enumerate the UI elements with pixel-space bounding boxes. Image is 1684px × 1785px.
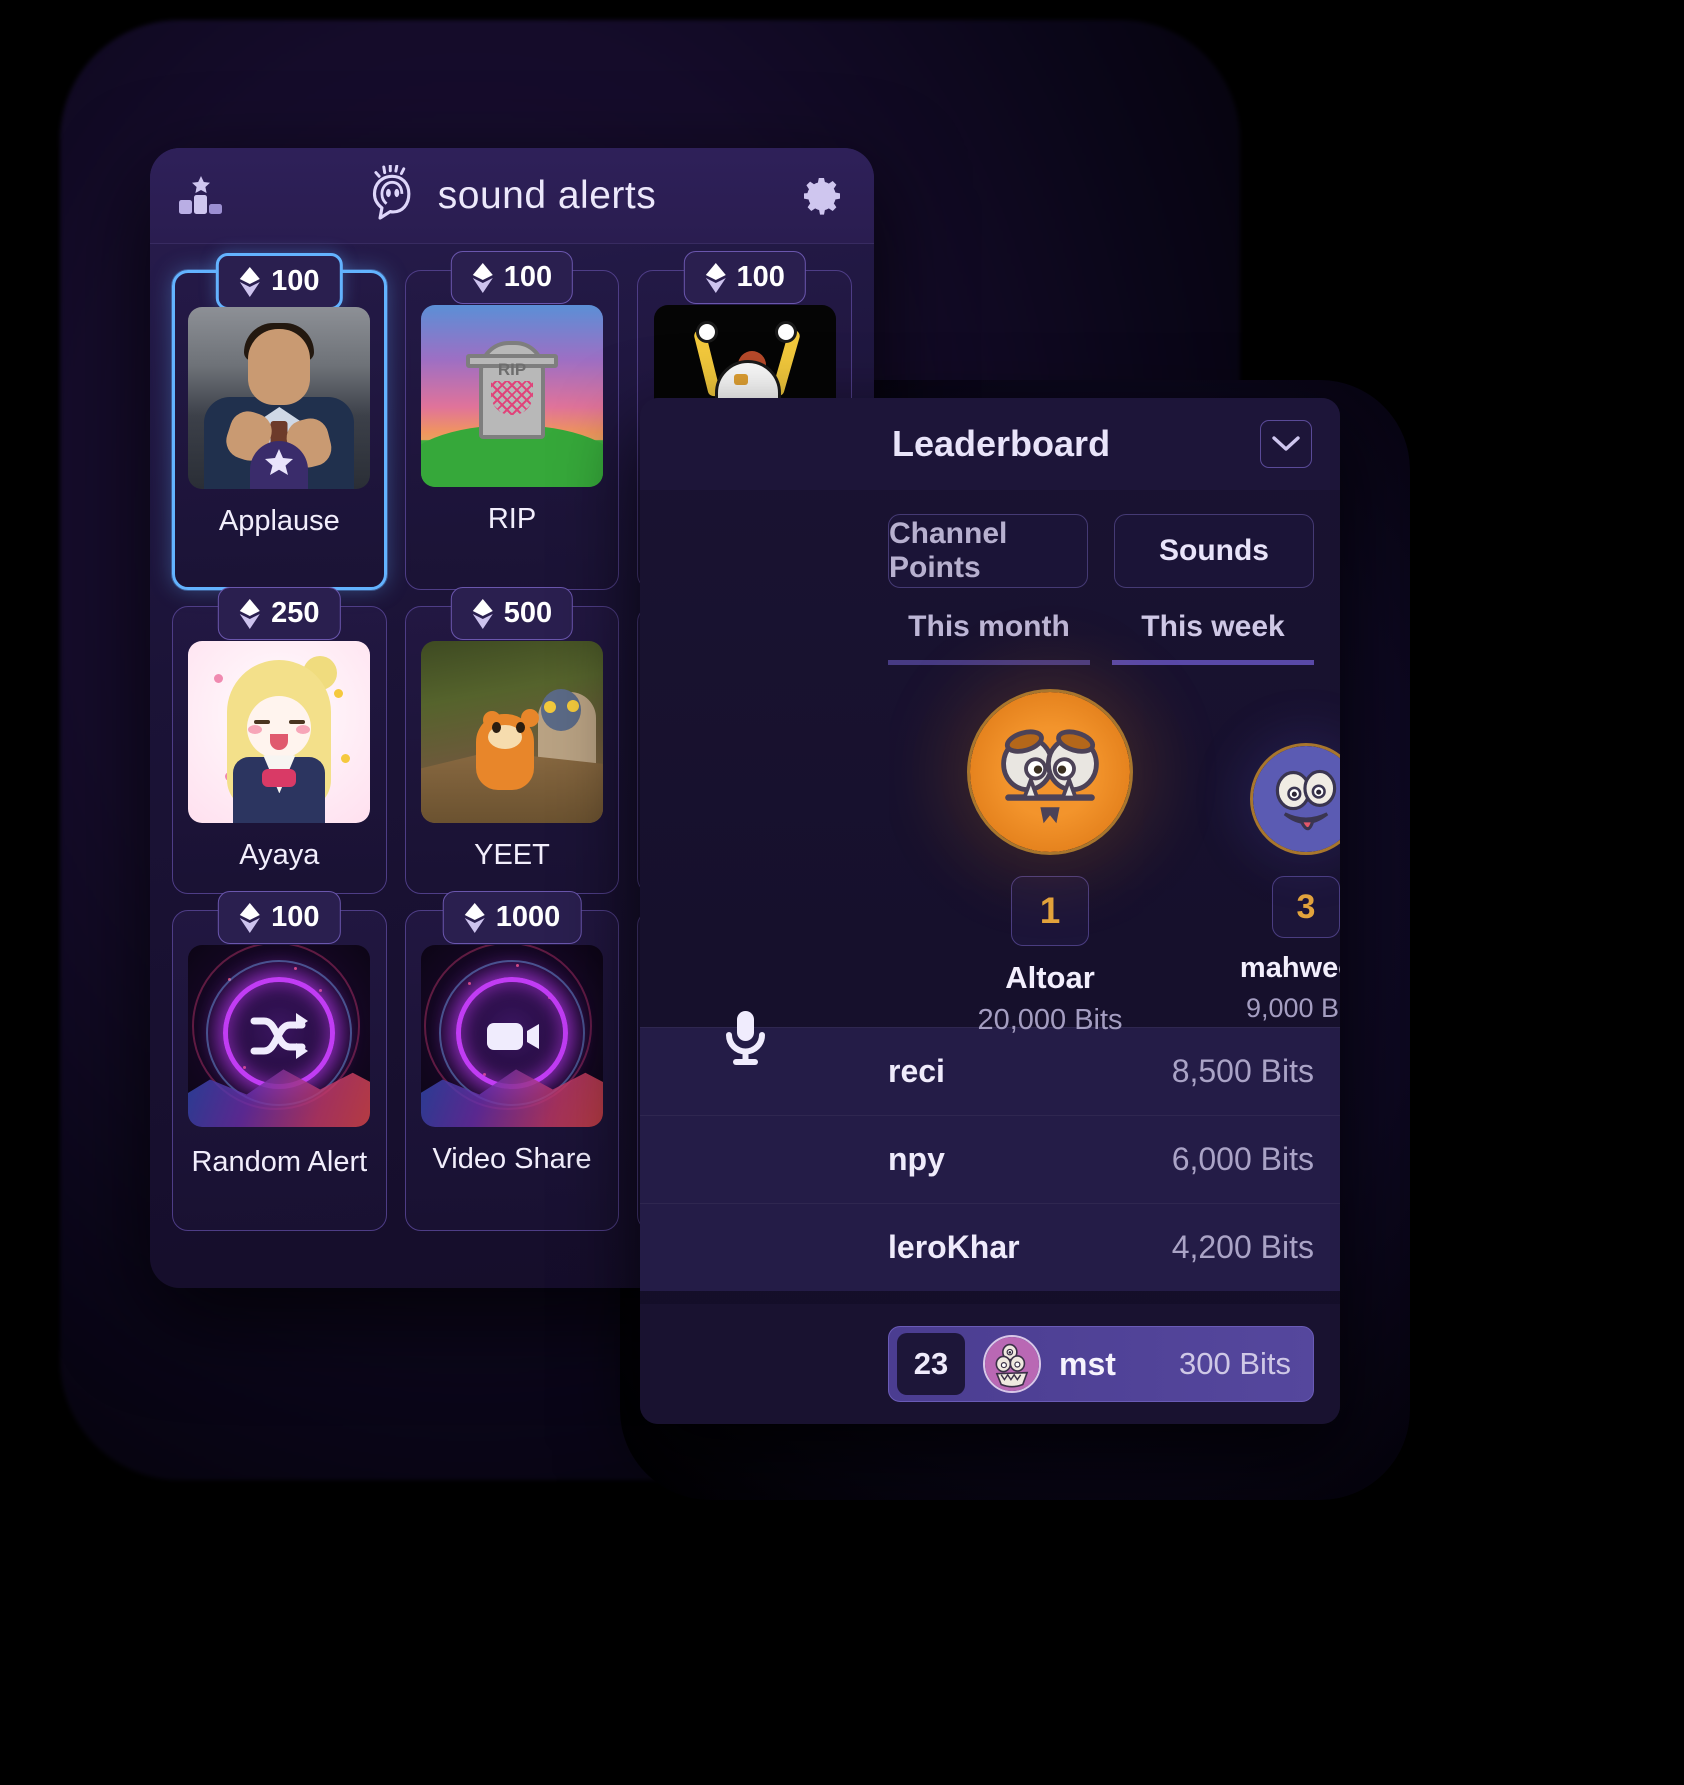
avatar (1250, 743, 1340, 855)
leaderboard-tabs: This month This week (888, 610, 1314, 665)
sound-thumbnail: RIP (420, 305, 603, 487)
leaderboard-panel: Leaderboard Channel Points Sounds This m… (640, 398, 1340, 1424)
video-camera-icon (481, 1005, 543, 1067)
sound-thumbnail (188, 641, 371, 824)
leaderboard-segmented-control: Channel Points Sounds (888, 514, 1314, 588)
price-value: 250 (271, 597, 320, 630)
sound-card-yeet[interactable]: 500 YEET (404, 587, 620, 895)
price-value: 1000 (495, 901, 561, 934)
sound-label: Ayaya (239, 839, 320, 872)
gear-icon[interactable] (800, 174, 844, 218)
rank-badge: 3 (1272, 876, 1340, 938)
bits-icon (239, 266, 261, 297)
sound-thumbnail (420, 641, 603, 824)
row-bits: 4,200 Bits (1171, 1229, 1314, 1265)
sound-label: YEET (474, 839, 550, 872)
row-name: npy (888, 1141, 945, 1177)
bits-icon (239, 902, 261, 933)
sound-card-video-share[interactable]: 1000 Video Share (404, 891, 620, 1231)
avatar (967, 689, 1133, 855)
price-badge: 100 (450, 251, 574, 304)
viewer-name: mst (1059, 1345, 1116, 1382)
leaderboard-title: Leaderboard (892, 423, 1111, 464)
microphone-icon (714, 1005, 776, 1067)
price-badge: 100 (218, 891, 341, 945)
leaderboard-row[interactable]: npy 6,000 Bits (640, 1115, 1340, 1203)
price-value: 100 (271, 901, 320, 934)
price-value: 100 (271, 265, 320, 297)
leaderboard-podium: 1 Altoar 20,000 Bits 3 mahwe 9,000 B (888, 671, 1340, 1036)
price-value: 500 (503, 597, 553, 630)
chevron-down-icon[interactable] (1260, 420, 1312, 468)
leaderboard-header: Leaderboard (640, 398, 1340, 490)
podium-bits: 20,000 Bits (977, 1004, 1123, 1036)
bits-icon (239, 598, 261, 629)
row-bits: 6,000 Bits (1171, 1141, 1314, 1177)
sound-alerts-logo: sound alerts (368, 164, 657, 226)
leaderboard-footer: 23 mst 300 Bits (640, 1304, 1340, 1424)
podium-name: mahween (1239, 952, 1340, 984)
bits-icon (472, 598, 494, 629)
price-badge: 250 (218, 587, 341, 641)
podium-name: Altoar (1005, 960, 1095, 995)
sound-label: RIP (487, 503, 537, 535)
sound-thumbnail (420, 945, 603, 1128)
row-name: leroKhar (888, 1229, 1020, 1265)
app-title: sound alerts (437, 173, 657, 217)
price-badge: 100 (683, 251, 806, 304)
leaderboard-body: Channel Points Sounds This month This we… (640, 490, 1340, 1036)
viewer-bits: 300 Bits (1178, 1346, 1291, 1381)
sound-card-rip[interactable]: 100 RIP RIP (404, 251, 620, 591)
viewer-rank-bar[interactable]: 23 mst 300 Bits (888, 1326, 1314, 1402)
bits-icon (472, 262, 494, 293)
podium-entry-3[interactable]: 3 mahween 9,000 Bits (1198, 743, 1340, 1024)
tab-this-month[interactable]: This month (888, 610, 1090, 665)
price-badge: 100 (216, 253, 343, 310)
price-badge: 500 (450, 587, 574, 641)
screenshot-root: sound alerts 100 Applause 100 RIP RIP 10… (0, 0, 1684, 1785)
shuffle-icon (248, 1005, 310, 1067)
sound-alerts-header: sound alerts (150, 148, 874, 244)
price-value: 100 (503, 261, 553, 293)
sound-alerts-mark-icon (368, 164, 420, 226)
podium-entry-1[interactable]: 1 Altoar 20,000 Bits (920, 689, 1180, 1037)
sound-card-random-alert[interactable]: 100 Random Alert (172, 891, 387, 1231)
price-badge: 1000 (442, 891, 582, 945)
sound-thumbnail (188, 945, 371, 1128)
bits-icon (704, 262, 726, 293)
podium-bits: 9,000 Bits (1245, 993, 1340, 1023)
tab-this-week[interactable]: This week (1112, 610, 1314, 665)
row-bits: 8,500 Bits (1171, 1053, 1314, 1089)
segment-channel-points[interactable]: Channel Points (888, 514, 1088, 588)
viewer-rank-badge: 23 (897, 1333, 965, 1395)
sound-label: Applause (218, 505, 340, 537)
segment-sounds[interactable]: Sounds (1114, 514, 1314, 588)
bits-icon (464, 902, 486, 933)
viewer-avatar (983, 1335, 1041, 1393)
sound-card-applause[interactable]: 100 Applause (172, 253, 387, 591)
price-value: 100 (736, 261, 785, 293)
sound-label: Video Share (432, 1143, 592, 1176)
leaderboard-row[interactable]: leroKhar 4,200 Bits (640, 1203, 1340, 1291)
row-name: reci (888, 1053, 945, 1089)
sound-card-ayaya[interactable]: 250 Ayaya (172, 587, 387, 895)
sound-thumbnail (188, 307, 371, 489)
podium-icon[interactable] (178, 176, 224, 216)
rank-badge: 1 (1011, 876, 1089, 946)
sound-label: Random Alert (191, 1146, 368, 1179)
